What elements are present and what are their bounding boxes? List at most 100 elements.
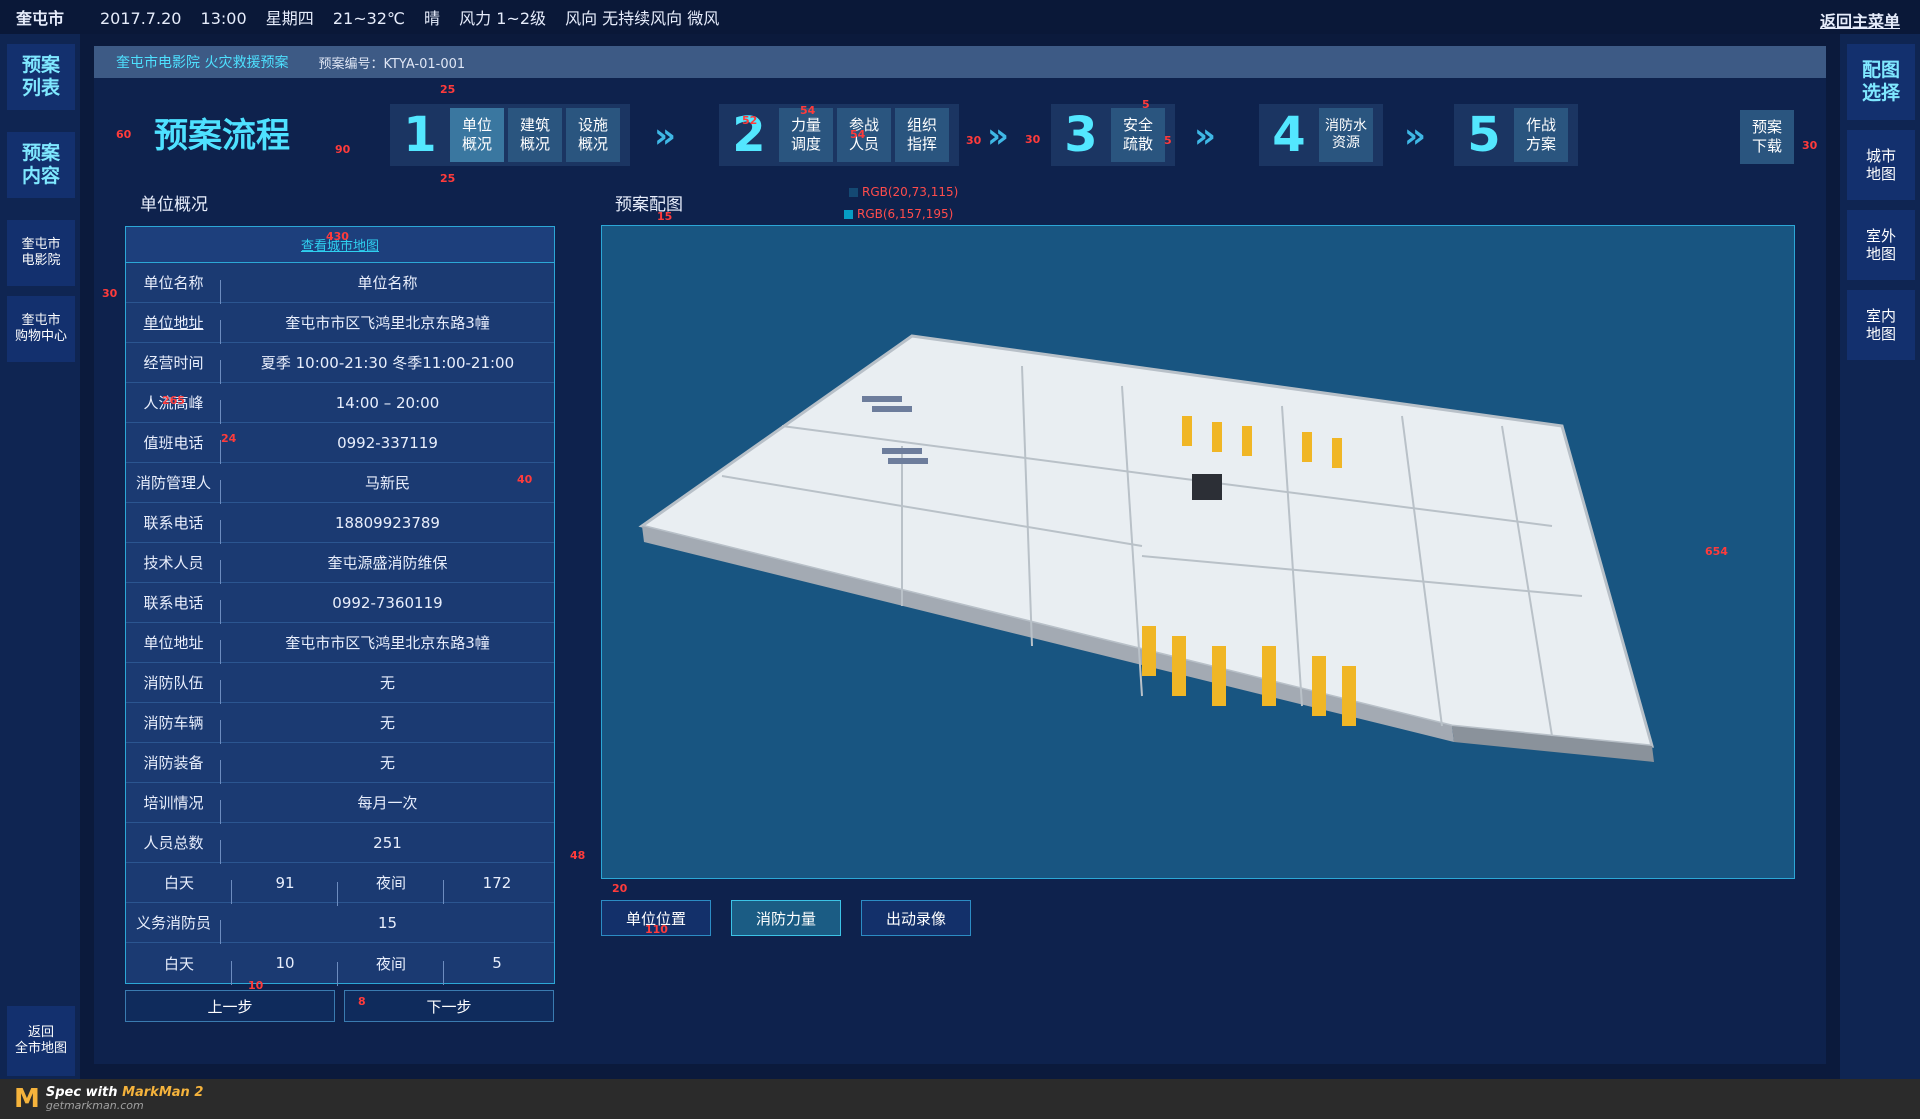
dimension-label: 60 — [116, 128, 132, 141]
back-city-map-button[interactable]: 返回 全市地图 — [7, 1006, 75, 1076]
top-bar: 奎屯市 2017.7.20 13:00 星期四 21~32℃ 晴 风力 1~2级… — [0, 0, 1920, 34]
table-row: 人员总数 251 — [126, 823, 554, 864]
left-sidebar: 预案 列表 预案 内容 奎屯市 电影院 奎屯市 购物中心 返回 全市地图 — [0, 34, 80, 1079]
row-key: 经营时间 — [126, 352, 221, 384]
chevron-right-icon: » — [654, 116, 676, 156]
sidebar-outdoor-map[interactable]: 室外 地图 — [1847, 210, 1915, 280]
dimension-label: 15 — [657, 210, 673, 223]
row-key: 联系电话 — [126, 512, 221, 544]
right-sidebar: 配图 选择 城市 地图 室外 地图 室内 地图 — [1840, 34, 1920, 1079]
sidebar-plan-list[interactable]: 预案 列表 — [7, 44, 75, 110]
row-value: 夏季 10:00-21:30 冬季11:00-21:00 — [260, 354, 515, 372]
sidebar-city-map[interactable]: 城市 地图 — [1847, 130, 1915, 200]
row-value: 5 — [492, 954, 502, 972]
markman-line2: getmarkman.com — [45, 1099, 144, 1113]
step-building-overview[interactable]: 建筑 概况 — [508, 108, 562, 162]
table-row: 消防车辆 无 — [126, 703, 554, 744]
dimension-label: 25 — [440, 172, 456, 185]
row-key: 单位名称 — [126, 272, 221, 304]
row-value: 单位名称 — [357, 274, 418, 292]
row-key: 义务消防员 — [126, 912, 221, 944]
markman-footer: M Spec with MarkMan 2 getmarkman.com — [0, 1079, 1920, 1119]
step-number: 5 — [1467, 107, 1501, 163]
dimension-label: 90 — [335, 143, 351, 156]
weekday: 星期四 — [265, 9, 314, 28]
color-swatch — [849, 187, 858, 197]
table-row: 经营时间 夏季 10:00-21:30 冬季11:00-21:00 — [126, 343, 554, 384]
row-key: 夜间 — [338, 953, 444, 985]
dimension-label: 430 — [326, 230, 349, 243]
step-unit-overview[interactable]: 单位 概况 — [450, 108, 504, 162]
sidebar-indoor-map[interactable]: 室内 地图 — [1847, 290, 1915, 360]
row-value: 10 — [232, 954, 338, 986]
table-row: 单位名称 单位名称 — [126, 263, 554, 304]
step-water-resources[interactable]: 消防水 资源 — [1319, 108, 1373, 162]
sidebar-shopping-center[interactable]: 奎屯市 购物中心 — [7, 296, 75, 362]
step-facility-overview[interactable]: 设施 概况 — [566, 108, 620, 162]
prev-step-button[interactable]: 上一步 — [125, 990, 335, 1022]
dimension-label: 654 — [1705, 545, 1728, 558]
row-key: 单位地址 — [126, 632, 221, 664]
table-row: 白天 10 夜间 5 — [126, 943, 554, 986]
dimension-label: 10 — [248, 979, 264, 992]
row-value: 每月一次 — [357, 794, 418, 812]
row-value: 马新民 — [364, 474, 410, 492]
step-evacuation[interactable]: 安全 疏散 — [1111, 108, 1165, 162]
step-number: 4 — [1272, 107, 1306, 163]
plan-download-button[interactable]: 预案 下载 — [1740, 110, 1794, 164]
flow-step-5: 5 作战 方案 — [1454, 104, 1578, 166]
floor-plan-map[interactable] — [601, 225, 1795, 879]
table-row: 联系电话 18809923789 — [126, 503, 554, 544]
next-step-button[interactable]: 下一步 — [344, 990, 554, 1022]
dimension-label: 5 — [1142, 98, 1150, 111]
markman-line1b: MarkMan 2 — [122, 1084, 204, 1100]
sidebar-image-select[interactable]: 配图 选择 — [1847, 44, 1915, 120]
chevron-right-icon: » — [1404, 116, 1426, 156]
dimension-label: 25 — [440, 83, 456, 96]
sidebar-plan-content[interactable]: 预案 内容 — [7, 132, 75, 198]
markman-logo-icon: M — [14, 1084, 40, 1114]
plan-title: 奎屯市电影院 火灾救援预案 — [116, 55, 289, 71]
row-key: 培训情况 — [126, 792, 221, 824]
row-key: 消防车辆 — [126, 712, 221, 744]
table-row: 培训情况 每月一次 — [126, 783, 554, 824]
city-name: 奎屯市 — [16, 9, 65, 28]
sidebar-cinema[interactable]: 奎屯市 电影院 — [7, 220, 75, 286]
flow-step-4: 4 消防水 资源 — [1259, 104, 1383, 166]
dimension-label: 265 — [162, 394, 185, 407]
dimension-label: 5 — [1164, 134, 1172, 147]
dimension-label: 54 — [800, 104, 816, 117]
table-row: 单位地址 奎屯市市区飞鸿里北京东路3幢 — [126, 623, 554, 664]
markman-line1a: Spec with — [45, 1084, 123, 1100]
row-value: 奎屯市市区飞鸿里北京东路3幢 — [285, 634, 490, 652]
table-row: 单位地址 奎屯市市区飞鸿里北京东路3幢 — [126, 303, 554, 344]
step-battle-plan[interactable]: 作战 方案 — [1514, 108, 1568, 162]
row-value: 无 — [379, 754, 395, 772]
dimension-label: 30 — [966, 134, 982, 147]
row-key: 消防装备 — [126, 752, 221, 784]
flow-title: 预案流程 — [154, 116, 290, 156]
table-row: 人流高峰 14:00 – 20:00 — [126, 383, 554, 424]
dimension-label: 20 — [612, 882, 628, 895]
wind-direction: 风向 无持续风向 微风 — [565, 9, 720, 28]
dimension-label: 30 — [102, 287, 118, 300]
row-value: 91 — [232, 874, 338, 906]
color-swatch — [844, 209, 853, 219]
chevron-right-icon: » — [987, 116, 1009, 156]
table-row: 义务消防员 15 — [126, 903, 554, 944]
address-link[interactable]: 单位地址 — [126, 312, 221, 344]
row-value: 无 — [379, 674, 395, 692]
row-key: 技术人员 — [126, 552, 221, 584]
flow-step-1: 1 单位 概况 建筑 概况 设施 概况 — [390, 104, 630, 166]
back-main-menu-link[interactable]: 返回主菜单 — [1820, 8, 1900, 32]
dimension-label: 24 — [221, 432, 237, 445]
map-fire-force-button[interactable]: 消防力量 — [731, 900, 841, 936]
map-dispatch-video-button[interactable]: 出动录像 — [861, 900, 971, 936]
row-key: 夜间 — [338, 872, 444, 904]
step-command[interactable]: 组织 指挥 — [895, 108, 949, 162]
table-row: 技术人员 奎屯源盛消防维保 — [126, 543, 554, 584]
table-row: 白天 91 夜间 172 — [126, 863, 554, 906]
weather: 晴 — [424, 9, 441, 28]
main-panel: 奎屯市电影院 火灾救援预案 预案编号：KTYA-01-001 预案流程 1 单位… — [94, 46, 1826, 1064]
chevron-right-icon: » — [1194, 116, 1216, 156]
